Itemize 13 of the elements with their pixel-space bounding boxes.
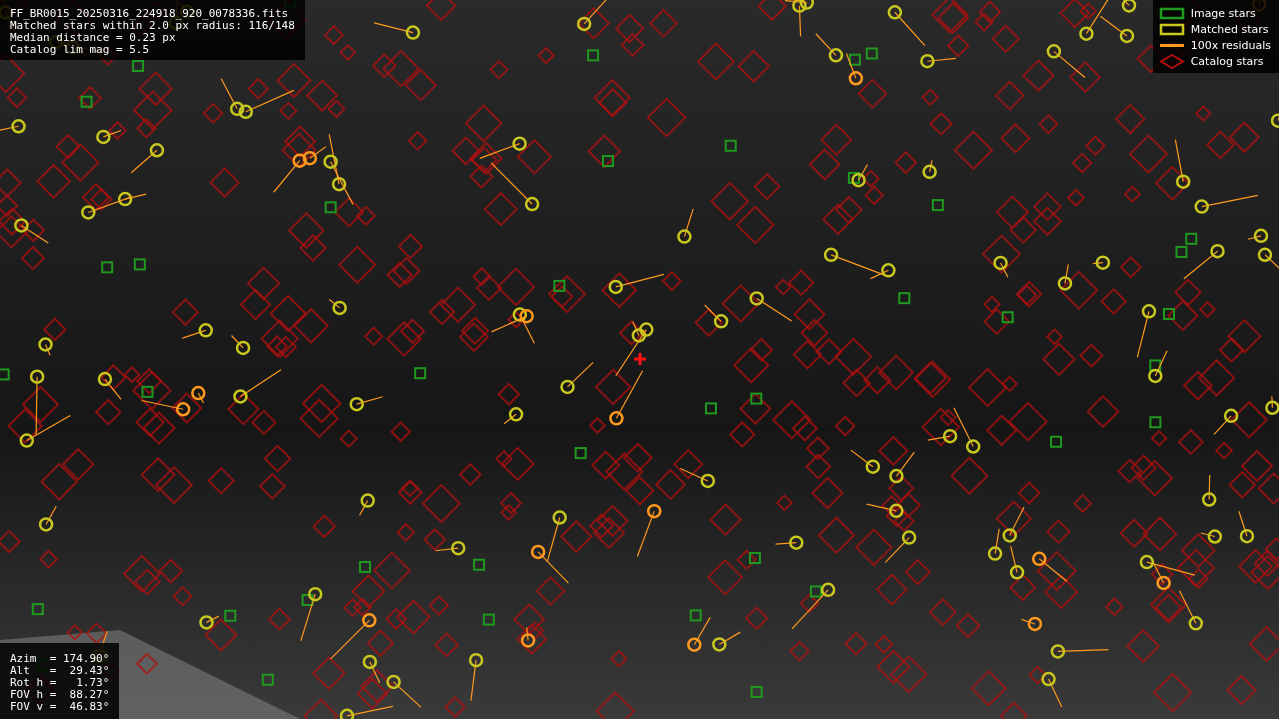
legend-label: 100x residuals [1190,39,1271,52]
pointing-text: FOV v = 46.83° [10,701,110,713]
info-text: Catalog lim mag = 5.5 [10,44,151,56]
pointing-text: FOV h = 88.27° [10,689,110,701]
pointing-text: Alt = 29.43° [10,665,110,677]
pointing-text: Rot h = 1.73° [10,677,110,689]
info-text: Median distance = 0.23 px [10,32,177,44]
legend-label: Matched stars [1190,23,1269,36]
legend-label: Catalog stars [1190,55,1264,68]
legend-label: Image stars [1190,7,1256,20]
info-text: FF_BR0015_20250316_224918_920_0078336.fits [10,8,290,20]
pointing-text: Azim = 174.90° [10,653,110,665]
info-text: Matched stars within 2.0 px radius: 116/148 [10,20,295,32]
